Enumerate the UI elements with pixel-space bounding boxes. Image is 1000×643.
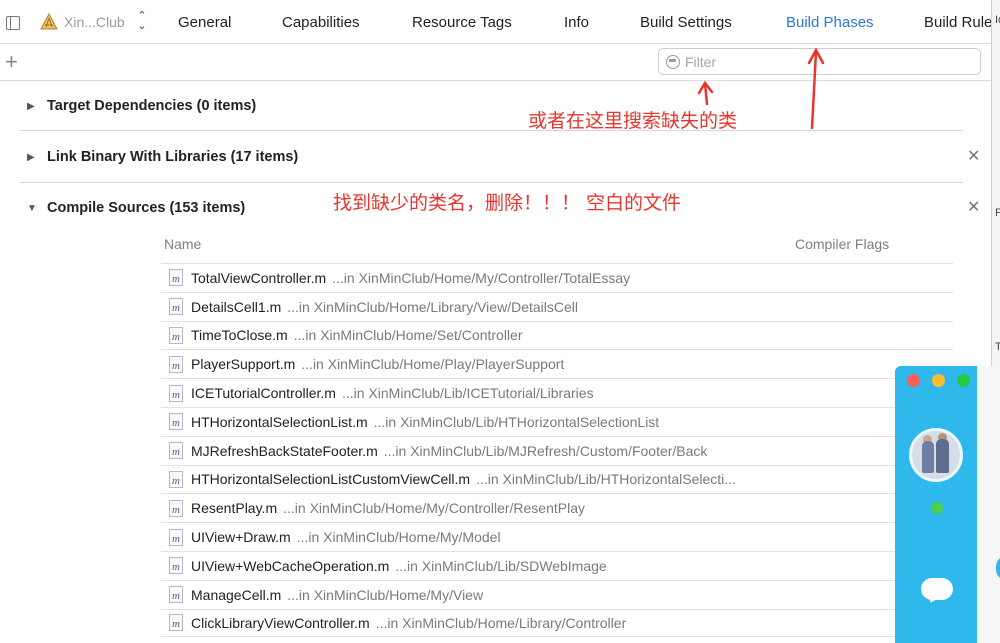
table-row[interactable]: m UIView+Draw.m ...in XinMinClub/Home/My/M…: [161, 522, 953, 551]
filter-bar: +: [0, 45, 1000, 81]
objc-source-file-icon: m: [169, 384, 183, 402]
file-path: ...in XinMinClub/Home/Play/PlayerSupport: [301, 356, 565, 373]
inspector-label: P: [995, 207, 1000, 219]
tab-build-rules[interactable]: Build Rule: [924, 14, 992, 31]
file-name: ICETutorialController.m: [191, 385, 336, 402]
chevron-updown-icon[interactable]: ⌃ ⌄: [136, 11, 148, 32]
file-name: ResentPlay.m: [191, 500, 278, 517]
compile-sources-table: m TotalViewController.m ...in XinMinClub/H…: [161, 263, 953, 638]
objc-source-file-icon: m: [169, 614, 183, 632]
close-window-icon[interactable]: [907, 374, 920, 387]
table-row[interactable]: m ResentPlay.m ...in XinMinClub/Home/My/Co…: [161, 493, 953, 522]
file-path: ...in XinMinClub/Home/My/View: [287, 586, 484, 603]
table-row[interactable]: m TotalViewController.m ...in XinMinClub/H…: [161, 263, 953, 292]
column-header-compiler-flags[interactable]: Compiler Flags: [795, 236, 889, 252]
objc-source-file-icon: m: [169, 269, 183, 287]
tab-resource-tags[interactable]: Resource Tags: [412, 14, 512, 31]
table-row[interactable]: m DetailsCell1.m ...in XinMinClub/Home/Lib…: [161, 291, 953, 321]
file-name: TimeToClose.m: [191, 327, 288, 344]
table-row[interactable]: m HTHorizontalSelectionList.m ...in XinMin…: [161, 406, 953, 436]
file-path: ...in XinMinClub/Lib/SDWebImage: [395, 557, 607, 574]
file-name: HTHorizontalSelectionListCustomViewCell.…: [191, 471, 471, 488]
tab-capabilities[interactable]: Capabilities: [282, 14, 360, 31]
annotation-search-hint: 或者在这里搜索缺失的类: [528, 110, 738, 132]
file-path: ...in XinMinClub/Lib/ICETutorial/Librari…: [341, 385, 594, 402]
online-status-icon: [931, 502, 943, 514]
close-icon[interactable]: ✕: [967, 149, 980, 165]
avatar[interactable]: [909, 428, 963, 482]
minimize-window-icon[interactable]: [932, 374, 945, 387]
file-name: PlayerSupport.m: [191, 356, 296, 373]
objc-source-file-icon: m: [169, 470, 183, 488]
phase-title: Link Binary With Libraries (17 items): [47, 149, 299, 165]
target-selector[interactable]: Xin...Club: [64, 14, 125, 30]
objc-source-file-icon: m: [169, 499, 183, 517]
arrow-to-filter-icon: [697, 80, 714, 106]
chat-side-panel: [977, 366, 1000, 643]
table-row[interactable]: m ManageCell.m ...in XinMinClub/Home/My/Vi…: [161, 579, 953, 609]
objc-source-file-icon: m: [169, 528, 183, 546]
tab-build-phases[interactable]: Build Phases: [786, 14, 874, 31]
annotation-delete-hint: 找到缺少的类名，删除！！！ 空白的文件: [333, 192, 682, 214]
chat-bubble-icon[interactable]: [921, 578, 953, 600]
maximize-window-icon[interactable]: [957, 374, 970, 387]
file-name: UIView+WebCacheOperation.m: [191, 557, 390, 574]
divider: [20, 182, 963, 183]
file-name: UIView+Draw.m: [191, 529, 291, 546]
file-path: ...in XinMinClub/Home/Set/Controller: [293, 327, 523, 344]
phase-title: Target Dependencies (0 items): [47, 98, 257, 114]
phase-header[interactable]: ▶ Link Binary With Libraries (17 items): [20, 145, 298, 169]
objc-source-file-icon: m: [169, 586, 183, 604]
inspector-label: Id: [995, 14, 1000, 26]
inspector-label: T: [995, 341, 1000, 353]
phase-header[interactable]: ▶ Target Dependencies (0 items): [20, 94, 256, 118]
file-path: ...in XinMinClub/Home/My/Controller/Tota…: [332, 269, 631, 286]
filter-icon: [666, 55, 680, 69]
chat-window[interactable]: [895, 366, 977, 643]
file-path: ...in XinMinClub/Home/Library/Controller: [375, 614, 627, 631]
file-path: ...in XinMinClub/Lib/HTHorizontalSelecti…: [373, 413, 660, 430]
objc-source-file-icon: m: [169, 557, 183, 575]
objc-source-file-icon: m: [169, 326, 183, 344]
file-name: TotalViewController.m: [191, 269, 327, 286]
table-row[interactable]: m TimeToClose.m ...in XinMinClub/Home/Set/…: [161, 320, 953, 350]
table-row[interactable]: m ClickLibraryViewController.m ...in XinMi…: [161, 608, 953, 638]
tab-info[interactable]: Info: [564, 14, 589, 31]
objc-source-file-icon: m: [169, 298, 183, 316]
app-target-icon: [40, 13, 58, 30]
file-name: MJRefreshBackStateFooter.m: [191, 442, 378, 459]
file-name: DetailsCell1.m: [191, 298, 282, 315]
file-path: ...in XinMinClub/Lib/HTHorizontalSelecti…: [476, 471, 736, 488]
add-icon[interactable]: +: [5, 51, 18, 73]
table-row[interactable]: m PlayerSupport.m ...in XinMinClub/Home/Pl…: [161, 349, 953, 378]
table-row[interactable]: m ICETutorialController.m ...in XinMinClub…: [161, 378, 953, 407]
disclosure-expanded-icon[interactable]: ▼: [27, 203, 37, 214]
file-name: ManageCell.m: [191, 586, 282, 603]
phase-header[interactable]: ▼ Compile Sources (153 items): [20, 196, 245, 220]
tab-bar: Xin...Club ⌃ ⌄ General Capabilities Resou…: [0, 0, 1000, 44]
file-path: ...in XinMinClub/Home/My/Model: [296, 529, 501, 546]
disclosure-collapsed-icon[interactable]: ▶: [27, 101, 37, 112]
close-icon[interactable]: ✕: [967, 200, 980, 216]
table-row[interactable]: m HTHorizontalSelectionListCustomViewCell…: [161, 464, 953, 494]
tab-general[interactable]: General: [178, 14, 231, 31]
objc-source-file-icon: m: [169, 355, 183, 373]
filter-field[interactable]: [658, 48, 981, 75]
sidebar-toggle-icon[interactable]: [6, 16, 20, 30]
file-name: HTHorizontalSelectionList.m: [191, 413, 368, 430]
column-header-name[interactable]: Name: [164, 236, 201, 252]
table-row[interactable]: m UIView+WebCacheOperation.m ...in XinMinC…: [161, 550, 953, 580]
tab-build-settings[interactable]: Build Settings: [640, 14, 732, 31]
objc-source-file-icon: m: [169, 413, 183, 431]
filter-input[interactable]: [685, 52, 965, 72]
divider: [20, 130, 963, 131]
objc-source-file-icon: m: [169, 442, 183, 460]
table-row[interactable]: m MJRefreshBackStateFooter.m ...in XinMinC…: [161, 435, 953, 465]
disclosure-collapsed-icon[interactable]: ▶: [27, 152, 37, 163]
file-path: ...in XinMinClub/Home/Library/View/Detai…: [287, 298, 578, 315]
file-path: ...in XinMinClub/Home/My/Controller/Rese…: [283, 500, 585, 517]
file-path: ...in XinMinClub/Lib/MJRefresh/Custom/Fo…: [383, 442, 708, 459]
phase-title: Compile Sources (153 items): [47, 200, 246, 216]
file-name: ClickLibraryViewController.m: [191, 614, 370, 631]
